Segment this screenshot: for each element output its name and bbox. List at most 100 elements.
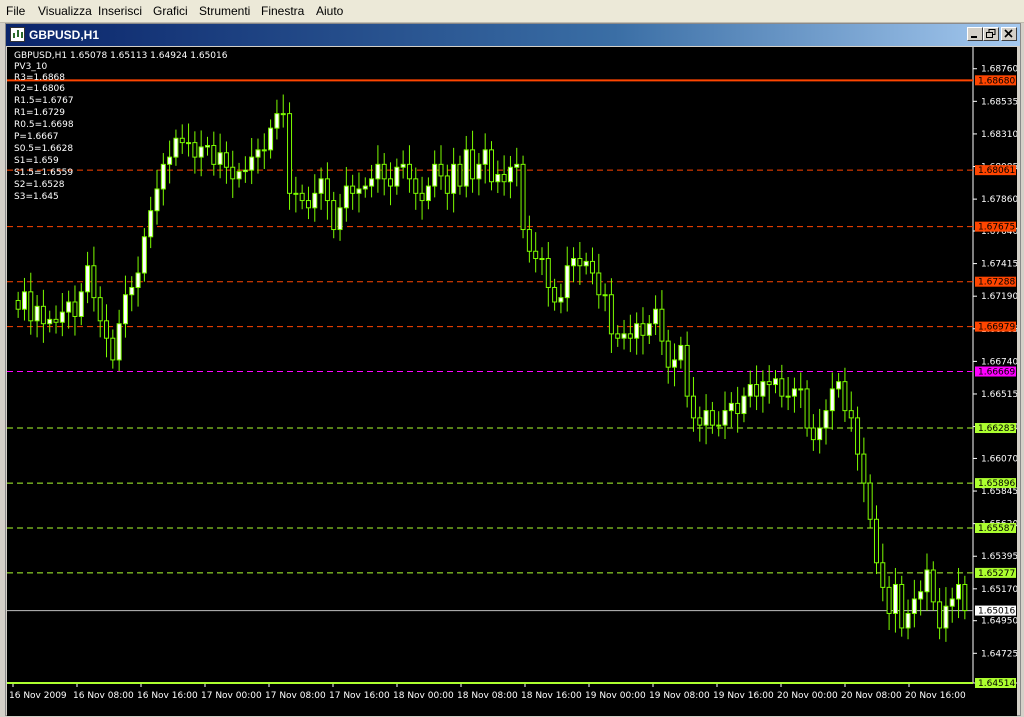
candle-body [154, 188, 160, 212]
candle-body [722, 410, 728, 426]
candle-body [160, 163, 166, 190]
menu-file[interactable]: File [6, 4, 25, 18]
candle-body [823, 410, 829, 429]
menu-aiuto[interactable]: Aiuto [316, 4, 343, 18]
price-chart[interactable]: 1.687601.685351.683101.680851.678601.676… [7, 47, 1017, 716]
level-price-label: 1.68061 [978, 166, 1015, 176]
menu-inserisci[interactable]: Inserisci [98, 4, 142, 18]
candle-body [242, 169, 248, 173]
menu-strumenti[interactable]: Strumenti [199, 4, 250, 18]
candle-body [192, 142, 198, 158]
y-tick-label: 1.64725 [981, 649, 1017, 659]
x-tick-label: 17 Nov 16:00 [329, 691, 390, 701]
menu-grafici[interactable]: Grafici [153, 4, 188, 18]
candle-body [665, 340, 671, 368]
level-s3: S3=1.645 [14, 192, 59, 202]
candle-body [280, 113, 286, 116]
candle-body [274, 113, 280, 129]
x-tick-label: 16 Nov 16:00 [137, 691, 198, 701]
window-title: GBPUSD,H1 [29, 28, 100, 42]
menu-bar: File Visualizza Inserisci Grafici Strume… [0, 0, 1024, 23]
candle-body [356, 188, 362, 194]
minimize-button[interactable] [967, 27, 983, 41]
candle-body [419, 192, 425, 202]
candle-body [659, 308, 665, 342]
candle-body [773, 378, 779, 386]
candle-body [861, 453, 867, 484]
candle-body [211, 145, 217, 165]
level-s1: S1=1.659 [14, 156, 59, 166]
candle-body [558, 297, 564, 303]
candle-body [268, 127, 274, 151]
candle-body [836, 381, 842, 390]
indicator-name: PV3_10 [14, 62, 48, 72]
candle-body [21, 291, 27, 310]
candle-body [829, 388, 835, 412]
candle-body [911, 598, 917, 614]
candle-body [110, 337, 116, 361]
y-tick-label: 1.67860 [981, 195, 1017, 205]
candle-body [375, 163, 381, 180]
candle-body [388, 178, 394, 187]
y-tick-label: 1.66070 [981, 454, 1017, 464]
candle-body [331, 200, 337, 231]
x-tick-label: 18 Nov 08:00 [457, 691, 518, 701]
candle-body [690, 395, 696, 419]
candle-body [608, 294, 614, 335]
close-button[interactable] [1001, 27, 1017, 41]
candle-body [432, 163, 438, 187]
menu-visualizza[interactable]: Visualizza [38, 4, 92, 18]
candle-body [34, 305, 40, 322]
candle-body [514, 163, 520, 168]
candle-body [78, 291, 84, 317]
restore-button[interactable] [983, 27, 999, 41]
x-tick-label: 18 Nov 16:00 [521, 691, 582, 701]
candle-body [905, 612, 911, 629]
x-tick-label: 20 Nov 00:00 [777, 691, 838, 701]
candle-body [867, 482, 873, 520]
candle-body [116, 323, 122, 361]
candle-body [577, 258, 583, 267]
candle-body [564, 265, 570, 299]
candle-body [728, 402, 734, 412]
candle-body [653, 308, 659, 325]
level-price-label: 1.66283 [978, 424, 1015, 434]
menu-finestra[interactable]: Finestra [261, 4, 304, 18]
level-s1-5: S1.5=1.6559 [14, 168, 74, 178]
candle-body [533, 250, 539, 260]
candle-body [848, 410, 854, 419]
level-s0-5: S0.5=1.6628 [14, 144, 74, 154]
candle-body [406, 163, 412, 180]
candle-body [697, 417, 703, 426]
candle-body [204, 145, 210, 148]
candle-body [337, 207, 343, 231]
candle-body [362, 185, 368, 190]
candle-body [539, 258, 545, 261]
candle-body [684, 344, 690, 397]
candle-body [217, 152, 223, 165]
candle-body [305, 200, 311, 209]
candle-body [646, 323, 652, 336]
y-tick-label: 1.67190 [981, 292, 1017, 302]
candle-body [602, 294, 608, 297]
x-tick-label: 19 Nov 00:00 [585, 691, 646, 701]
level-r2: R2=1.6806 [14, 84, 66, 94]
candle-body [962, 583, 968, 612]
level-price-label: 1.65896 [978, 479, 1015, 489]
candle-body [318, 178, 324, 194]
candle-body [135, 272, 141, 288]
candle-body [255, 149, 261, 158]
x-tick-label: 20 Nov 08:00 [841, 691, 902, 701]
x-tick-label: 18 Nov 00:00 [393, 691, 454, 701]
candle-body [741, 395, 747, 415]
candle-body [343, 185, 349, 209]
candle-body [899, 583, 905, 629]
level-price-label: 1.67288 [978, 278, 1015, 288]
candle-body [28, 291, 34, 322]
window-titlebar[interactable]: GBPUSD,H1 [6, 24, 1020, 46]
candle-body [571, 258, 577, 267]
candlestick-chart[interactable]: 1.687601.685351.683101.680851.678601.676… [7, 47, 1017, 716]
y-tick-label: 1.68760 [981, 65, 1017, 75]
level-price-label: 1.66669 [978, 368, 1015, 378]
candle-body [167, 156, 173, 165]
